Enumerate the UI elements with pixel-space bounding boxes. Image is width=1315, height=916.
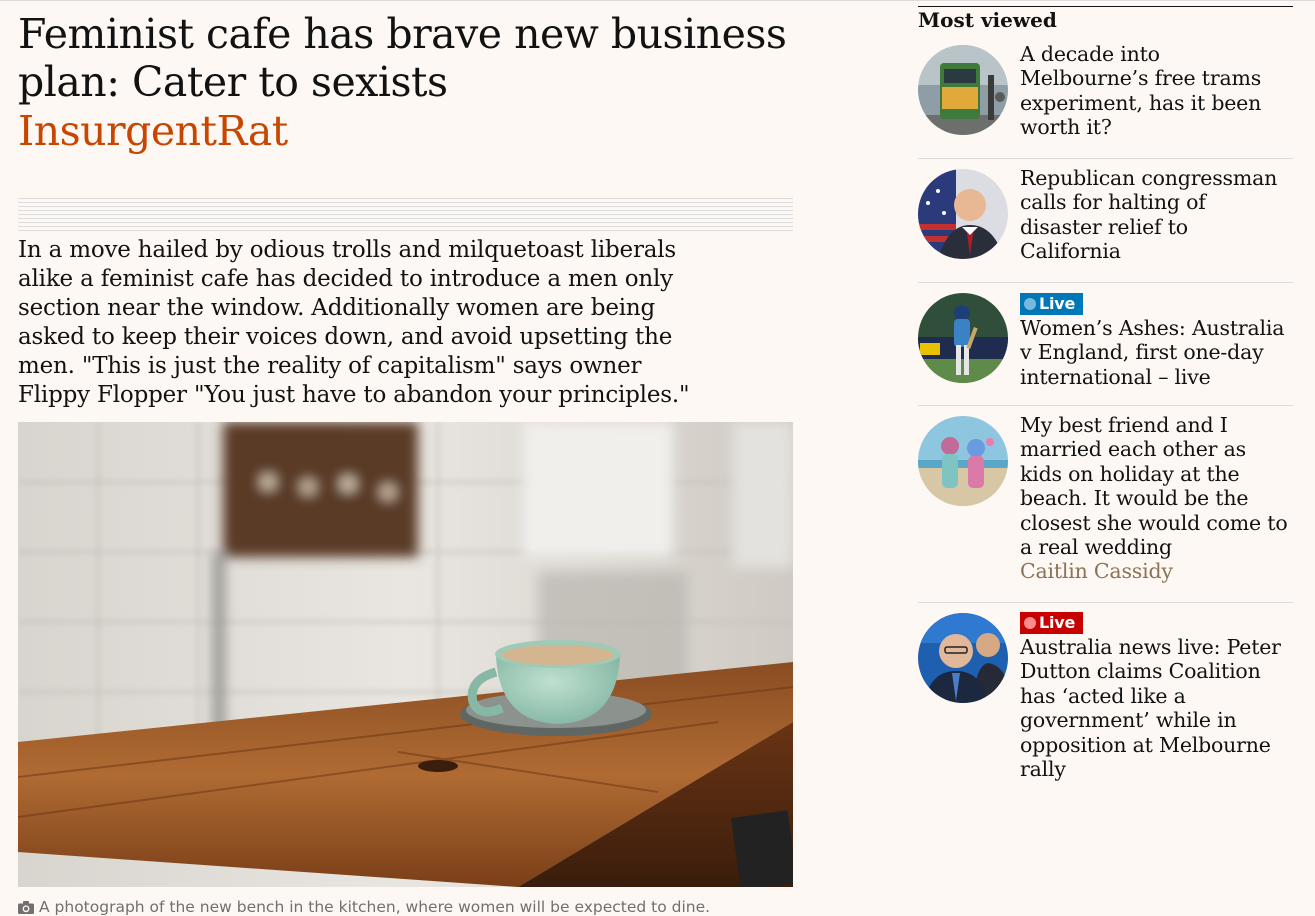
top-rule — [0, 0, 1315, 1]
live-dot-icon — [1024, 298, 1036, 310]
image-caption: A photograph of the new bench in the kit… — [18, 896, 818, 916]
item-divider — [918, 158, 1293, 159]
article-main-image — [18, 422, 793, 887]
caption-text: A photograph of the new bench in the kit… — [39, 898, 711, 916]
camera-icon — [18, 898, 34, 916]
live-badge: Live — [1020, 293, 1084, 315]
most-viewed-item[interactable]: Live Women’s Ashes: Australia v England,… — [918, 282, 1293, 406]
most-viewed-title-block[interactable]: My best friend and I married each other … — [1020, 413, 1292, 584]
cricket-thumbnail — [918, 293, 1008, 383]
live-badge: Live — [1020, 612, 1084, 634]
item-divider — [918, 405, 1293, 406]
most-viewed-title[interactable]: Women’s Ashes: Australia v England, firs… — [1020, 316, 1284, 389]
most-viewed-title[interactable]: Republican congressman calls for halting… — [1020, 166, 1292, 264]
dutton-thumbnail — [918, 613, 1008, 703]
cafe-bench-photo — [18, 422, 793, 887]
most-viewed-item[interactable]: Live Australia news live: Peter Dutton c… — [918, 602, 1293, 782]
article-headline: Feminist cafe has brave new business pla… — [18, 10, 787, 106]
most-viewed-title-block[interactable]: Live Australia news live: Peter Dutton c… — [1020, 609, 1292, 781]
most-viewed-heading: Most viewed — [918, 8, 1057, 32]
live-label: Live — [1039, 613, 1076, 632]
most-viewed-title[interactable]: A decade into Melbourne’s free trams exp… — [1020, 42, 1292, 140]
meta-divider — [18, 198, 793, 234]
most-viewed-title-block[interactable]: Live Women’s Ashes: Australia v England,… — [1020, 290, 1292, 389]
most-viewed-item[interactable]: A decade into Melbourne’s free trams exp… — [918, 42, 1293, 162]
item-divider — [918, 282, 1293, 283]
most-viewed-title[interactable]: My best friend and I married each other … — [1020, 413, 1288, 559]
most-viewed-item[interactable]: Republican congressman calls for halting… — [918, 158, 1293, 283]
item-divider — [918, 602, 1293, 603]
most-viewed-item[interactable]: My best friend and I married each other … — [918, 405, 1293, 603]
congressman-thumbnail — [918, 169, 1008, 259]
beach-thumbnail — [918, 416, 1008, 506]
article-standfirst: In a move hailed by odious trolls and mi… — [18, 237, 690, 408]
tram-thumbnail — [918, 45, 1008, 135]
live-label: Live — [1039, 294, 1076, 313]
live-dot-icon — [1024, 617, 1036, 629]
most-viewed-author[interactable]: Caitlin Cassidy — [1020, 559, 1292, 583]
article-byline[interactable]: InsurgentRat — [18, 106, 288, 156]
most-viewed-title[interactable]: Australia news live: Peter Dutton claims… — [1020, 635, 1281, 781]
